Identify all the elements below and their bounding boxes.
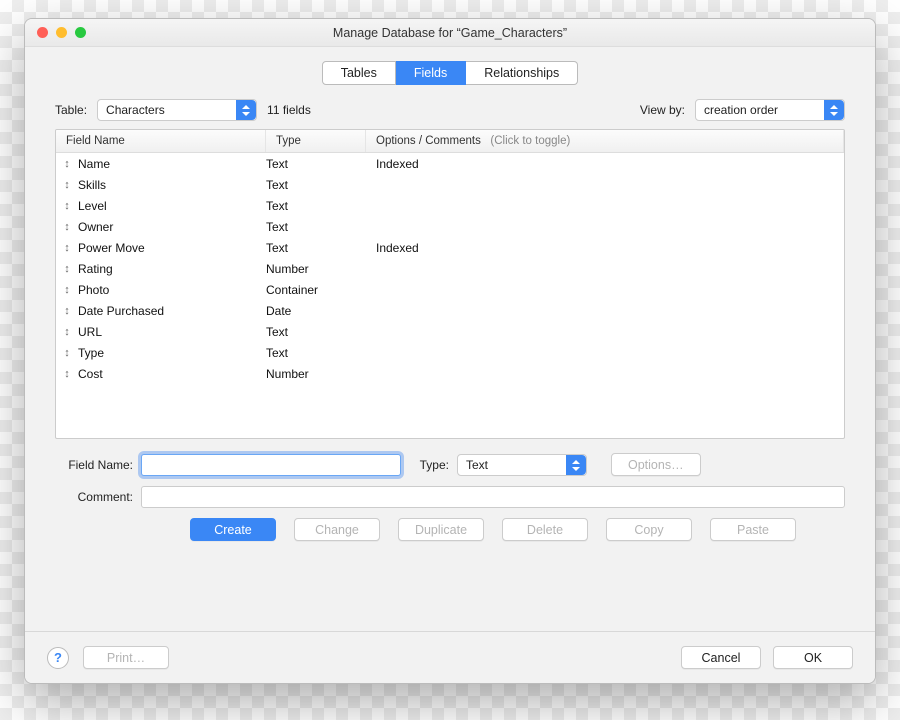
cell-type: Number bbox=[266, 367, 366, 381]
help-button[interactable]: ? bbox=[47, 647, 69, 669]
tab-tables[interactable]: Tables bbox=[322, 61, 396, 85]
cell-fieldname: Name bbox=[78, 157, 266, 171]
drag-handle-icon[interactable]: ↕ bbox=[56, 284, 78, 296]
cell-fieldname: Type bbox=[78, 346, 266, 360]
options-button[interactable]: Options… bbox=[611, 453, 701, 476]
fieldname-input[interactable] bbox=[141, 454, 401, 476]
viewby-select-value: creation order bbox=[704, 103, 778, 117]
cell-fieldname: Date Purchased bbox=[78, 304, 266, 318]
table-label: Table: bbox=[55, 103, 87, 117]
cell-type: Text bbox=[266, 220, 366, 234]
cell-type: Text bbox=[266, 157, 366, 171]
fields-table: Field Name Type Options / Comments (Clic… bbox=[55, 129, 845, 439]
column-options[interactable]: Options / Comments (Click to toggle) bbox=[366, 130, 844, 152]
drag-handle-icon[interactable]: ↕ bbox=[56, 305, 78, 317]
drag-handle-icon[interactable]: ↕ bbox=[56, 326, 78, 338]
drag-handle-icon[interactable]: ↕ bbox=[56, 221, 78, 233]
cell-options: Indexed bbox=[366, 157, 844, 171]
viewby-select[interactable]: creation order bbox=[695, 99, 845, 121]
table-row[interactable]: ↕Date PurchasedDate bbox=[56, 300, 844, 321]
tab-fields[interactable]: Fields bbox=[396, 61, 466, 85]
table-select-value: Characters bbox=[106, 103, 165, 117]
copy-button[interactable]: Copy bbox=[606, 518, 692, 541]
delete-button[interactable]: Delete bbox=[502, 518, 588, 541]
titlebar: Manage Database for “Game_Characters” bbox=[25, 19, 875, 47]
duplicate-button[interactable]: Duplicate bbox=[398, 518, 484, 541]
drag-handle-icon[interactable]: ↕ bbox=[56, 179, 78, 191]
cell-options: Indexed bbox=[366, 241, 844, 255]
cell-type: Text bbox=[266, 199, 366, 213]
tab-bar: Tables Fields Relationships bbox=[47, 61, 853, 85]
chevron-updown-icon bbox=[566, 455, 586, 475]
type-select[interactable]: Text bbox=[457, 454, 587, 476]
create-button[interactable]: Create bbox=[190, 518, 276, 541]
print-button[interactable]: Print… bbox=[83, 646, 169, 669]
table-row[interactable]: ↕TypeText bbox=[56, 342, 844, 363]
table-row[interactable]: ↕CostNumber bbox=[56, 363, 844, 384]
cancel-button[interactable]: Cancel bbox=[681, 646, 761, 669]
window-title: Manage Database for “Game_Characters” bbox=[25, 26, 875, 40]
drag-handle-icon[interactable]: ↕ bbox=[56, 347, 78, 359]
cell-type: Text bbox=[266, 346, 366, 360]
cell-type: Container bbox=[266, 283, 366, 297]
table-row[interactable]: ↕RatingNumber bbox=[56, 258, 844, 279]
table-row[interactable]: ↕PhotoContainer bbox=[56, 279, 844, 300]
cell-fieldname: Photo bbox=[78, 283, 266, 297]
table-row[interactable]: ↕Power MoveTextIndexed bbox=[56, 237, 844, 258]
comment-label: Comment: bbox=[55, 490, 141, 504]
cell-fieldname: URL bbox=[78, 325, 266, 339]
cell-type: Text bbox=[266, 325, 366, 339]
drag-handle-icon[interactable]: ↕ bbox=[56, 368, 78, 380]
column-type[interactable]: Type bbox=[266, 130, 366, 152]
viewby-label: View by: bbox=[640, 103, 685, 117]
table-row[interactable]: ↕SkillsText bbox=[56, 174, 844, 195]
table-row[interactable]: ↕URLText bbox=[56, 321, 844, 342]
table-row[interactable]: ↕OwnerText bbox=[56, 216, 844, 237]
cell-type: Number bbox=[266, 262, 366, 276]
cell-fieldname: Skills bbox=[78, 178, 266, 192]
paste-button[interactable]: Paste bbox=[710, 518, 796, 541]
table-select[interactable]: Characters bbox=[97, 99, 257, 121]
cell-fieldname: Owner bbox=[78, 220, 266, 234]
type-select-value: Text bbox=[466, 458, 488, 472]
drag-handle-icon[interactable]: ↕ bbox=[56, 242, 78, 254]
cell-fieldname: Level bbox=[78, 199, 266, 213]
table-row[interactable]: ↕NameTextIndexed bbox=[56, 153, 844, 174]
manage-database-window: Manage Database for “Game_Characters” Ta… bbox=[24, 18, 876, 684]
drag-handle-icon[interactable]: ↕ bbox=[56, 200, 78, 212]
change-button[interactable]: Change bbox=[294, 518, 380, 541]
cell-type: Text bbox=[266, 178, 366, 192]
column-fieldname[interactable]: Field Name bbox=[56, 130, 266, 152]
cell-fieldname: Cost bbox=[78, 367, 266, 381]
drag-handle-icon[interactable]: ↕ bbox=[56, 158, 78, 170]
table-row[interactable]: ↕LevelText bbox=[56, 195, 844, 216]
cell-type: Date bbox=[266, 304, 366, 318]
cell-fieldname: Power Move bbox=[78, 241, 266, 255]
cell-fieldname: Rating bbox=[78, 262, 266, 276]
drag-handle-icon[interactable]: ↕ bbox=[56, 263, 78, 275]
cell-type: Text bbox=[266, 241, 366, 255]
field-count: 11 fields bbox=[267, 103, 311, 117]
chevron-updown-icon bbox=[824, 100, 844, 120]
ok-button[interactable]: OK bbox=[773, 646, 853, 669]
fieldname-label: Field Name: bbox=[55, 458, 141, 472]
tab-relationships[interactable]: Relationships bbox=[466, 61, 578, 85]
chevron-updown-icon bbox=[236, 100, 256, 120]
comment-input[interactable] bbox=[141, 486, 845, 508]
type-label: Type: bbox=[401, 458, 457, 472]
